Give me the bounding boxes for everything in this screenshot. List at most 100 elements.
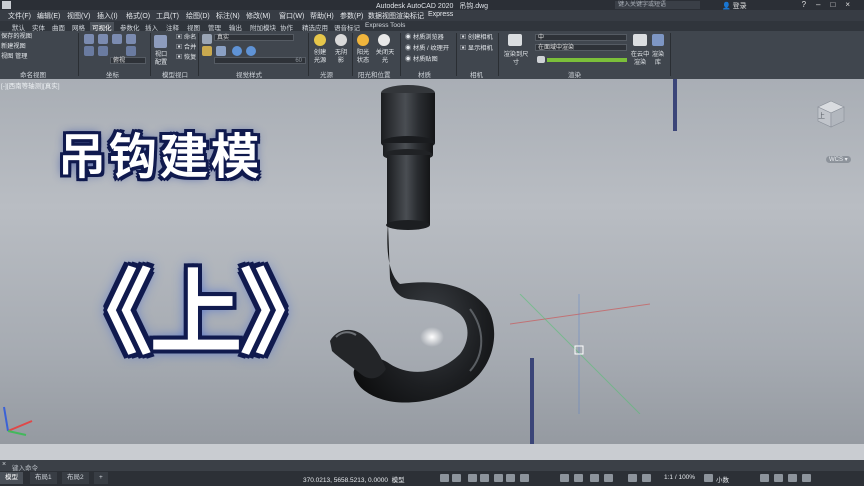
search-input[interactable]: 键入关键字或短语 bbox=[615, 1, 700, 9]
ucs-world-icon[interactable] bbox=[98, 34, 108, 44]
sphere-color-icon[interactable] bbox=[246, 46, 256, 56]
snap-icon[interactable] bbox=[452, 474, 461, 482]
tab-express-tools[interactable]: Express Tools bbox=[365, 22, 405, 29]
object-snap-icon[interactable] bbox=[520, 474, 529, 482]
exposure-icon bbox=[537, 56, 545, 63]
annotation-visibility-icon[interactable] bbox=[642, 474, 651, 482]
menu-format[interactable]: 格式(O) bbox=[126, 11, 150, 21]
sky-off-icon[interactable] bbox=[378, 34, 390, 46]
tab-layout1[interactable]: 布局1 bbox=[30, 472, 57, 484]
command-line[interactable]: × 键入命令 bbox=[0, 460, 864, 472]
menu-file[interactable]: 文件(F) bbox=[8, 11, 31, 21]
ucs-icon[interactable] bbox=[84, 34, 94, 44]
ucs-x-icon[interactable] bbox=[84, 46, 94, 56]
wcs-menu[interactable]: WCS ▾ bbox=[826, 156, 851, 163]
visual-style-combo[interactable]: 真实 bbox=[214, 34, 294, 41]
clean-screen-icon[interactable] bbox=[788, 474, 797, 482]
ucs-origin-icon[interactable] bbox=[112, 34, 122, 44]
show-camera-button[interactable]: ▣ 显示相机 bbox=[460, 45, 493, 53]
units-display[interactable]: 小数 bbox=[716, 474, 729, 484]
teapot-render-icon[interactable] bbox=[508, 34, 522, 46]
isodraft-icon[interactable] bbox=[494, 474, 503, 482]
lineweight-icon[interactable] bbox=[560, 474, 569, 482]
shadow-icon[interactable] bbox=[216, 46, 226, 56]
view-manager-button[interactable]: 视图 管理 bbox=[1, 53, 27, 61]
drawing-viewport[interactable]: [-][西南等轴测][真实] 吊钩建模 《上》 上 WCS ▾ bbox=[0, 79, 864, 444]
grid-icon[interactable] bbox=[440, 474, 449, 482]
menu-express[interactable]: Express bbox=[428, 11, 453, 18]
polar-icon[interactable] bbox=[480, 474, 489, 482]
edge-effects-icon[interactable] bbox=[202, 46, 212, 56]
hardware-acceleration-icon[interactable] bbox=[774, 474, 783, 482]
viewport-join-button[interactable]: ▣ 合并 bbox=[176, 44, 196, 52]
ribbon-separator bbox=[198, 33, 199, 76]
viewport-config-icon[interactable] bbox=[154, 35, 167, 48]
render-in-cloud-button[interactable]: 在云中渲染 bbox=[629, 51, 651, 67]
selection-cycling-icon[interactable] bbox=[590, 474, 599, 482]
menu-view[interactable]: 视图(V) bbox=[67, 11, 90, 21]
saved-views-combo[interactable]: 保存的视图 bbox=[1, 33, 32, 41]
annotation-scale[interactable]: 1:1 / 100% bbox=[664, 474, 695, 481]
material-map-label: 材质贴图 bbox=[412, 56, 438, 63]
close-icon[interactable]: × bbox=[2, 461, 6, 468]
viewport-name-button[interactable]: ▣ 命名 bbox=[176, 34, 196, 42]
no-shadow-button[interactable]: 无阴影 bbox=[333, 49, 349, 65]
menu-help[interactable]: 帮助(H) bbox=[310, 11, 334, 21]
menu-edit[interactable]: 编辑(E) bbox=[37, 11, 60, 21]
viewport-label[interactable]: [-][西南等轴测][真实] bbox=[1, 80, 60, 90]
window-controls[interactable]: ?–□× bbox=[802, 0, 860, 9]
add-layout-button[interactable]: + bbox=[94, 472, 108, 484]
panel-title-materials: 材质 bbox=[418, 72, 431, 79]
render-progress-bar[interactable] bbox=[547, 58, 627, 62]
isolate-objects-icon[interactable] bbox=[760, 474, 769, 482]
tab-layout2[interactable]: 布局2 bbox=[62, 472, 89, 484]
menu-draw[interactable]: 绘图(D) bbox=[186, 11, 210, 21]
no-shadow-icon[interactable] bbox=[335, 34, 347, 46]
workspace-gear-icon[interactable] bbox=[704, 474, 713, 482]
viewport-config-button[interactable]: 视口配置 bbox=[154, 51, 168, 67]
crane-hook-model[interactable] bbox=[320, 79, 510, 439]
gizmo-icon[interactable] bbox=[628, 474, 637, 482]
menu-tools[interactable]: 工具(T) bbox=[156, 11, 179, 21]
viewport-restore-button[interactable]: ▣ 恢复 bbox=[176, 54, 196, 62]
menu-window[interactable]: 窗口(W) bbox=[279, 11, 304, 21]
opacity-slider[interactable]: 60 bbox=[214, 57, 306, 64]
render-quality-combo[interactable]: 中 bbox=[535, 34, 627, 41]
customization-icon[interactable] bbox=[802, 474, 811, 482]
render-gallery-icon[interactable] bbox=[652, 34, 664, 46]
sphere-icon[interactable] bbox=[232, 46, 242, 56]
ucs-3point-icon[interactable] bbox=[126, 46, 136, 56]
materials-browser-button[interactable]: ◉ 材质浏览器 bbox=[405, 34, 444, 42]
create-camera-button[interactable]: ▣ 创建相机 bbox=[460, 34, 493, 42]
create-light-icon[interactable] bbox=[314, 34, 326, 46]
menu-insert[interactable]: 插入(I) bbox=[97, 11, 118, 21]
ortho-icon[interactable] bbox=[468, 474, 477, 482]
menu-modify[interactable]: 修改(M) bbox=[246, 11, 271, 21]
render-target-combo[interactable]: 在面域中渲染 bbox=[535, 44, 627, 51]
menu-parameters[interactable]: 参数(P) bbox=[340, 11, 363, 21]
sky-off-button[interactable]: 关闭天光 bbox=[374, 49, 396, 65]
ucs-view-combo[interactable]: 俯视 bbox=[110, 57, 146, 64]
create-light-button[interactable]: 创建光源 bbox=[311, 49, 329, 65]
menu-markup[interactable]: 渲染标记 bbox=[396, 11, 424, 21]
sun-status-button[interactable]: 阳光状态 bbox=[354, 49, 372, 65]
render-gallery-button[interactable]: 渲染库 bbox=[650, 51, 666, 67]
menu-data-view[interactable]: 数据视图 bbox=[368, 11, 396, 21]
model-space-toggle[interactable]: 模型 bbox=[392, 477, 405, 484]
ucs-z-axis-icon[interactable] bbox=[126, 34, 136, 44]
cloud-render-icon[interactable] bbox=[633, 34, 647, 46]
new-view-button[interactable]: 新建视图 bbox=[1, 43, 26, 51]
menu-dimension[interactable]: 标注(N) bbox=[216, 11, 240, 21]
transparency-icon[interactable] bbox=[574, 474, 583, 482]
ucs-y-icon[interactable] bbox=[98, 46, 108, 56]
sun-status-icon[interactable] bbox=[357, 34, 369, 46]
material-map-button[interactable]: ◉ 材质贴图 bbox=[405, 56, 438, 64]
3d-osnap-icon[interactable] bbox=[604, 474, 613, 482]
coordinate-readout[interactable]: 370.0213, 5658.5213, 0.0000 模型 bbox=[303, 474, 405, 484]
visual-style-icon[interactable] bbox=[202, 34, 212, 44]
tab-model[interactable]: 模型 bbox=[0, 472, 23, 484]
panel-title-coordinates: 坐标 bbox=[106, 72, 119, 79]
object-snap-tracking-icon[interactable] bbox=[506, 474, 515, 482]
material-mapping-button[interactable]: ◉ 材质 / 纹理开 bbox=[405, 45, 449, 53]
render-to-size-button[interactable]: 渲染到尺寸 bbox=[501, 51, 531, 67]
